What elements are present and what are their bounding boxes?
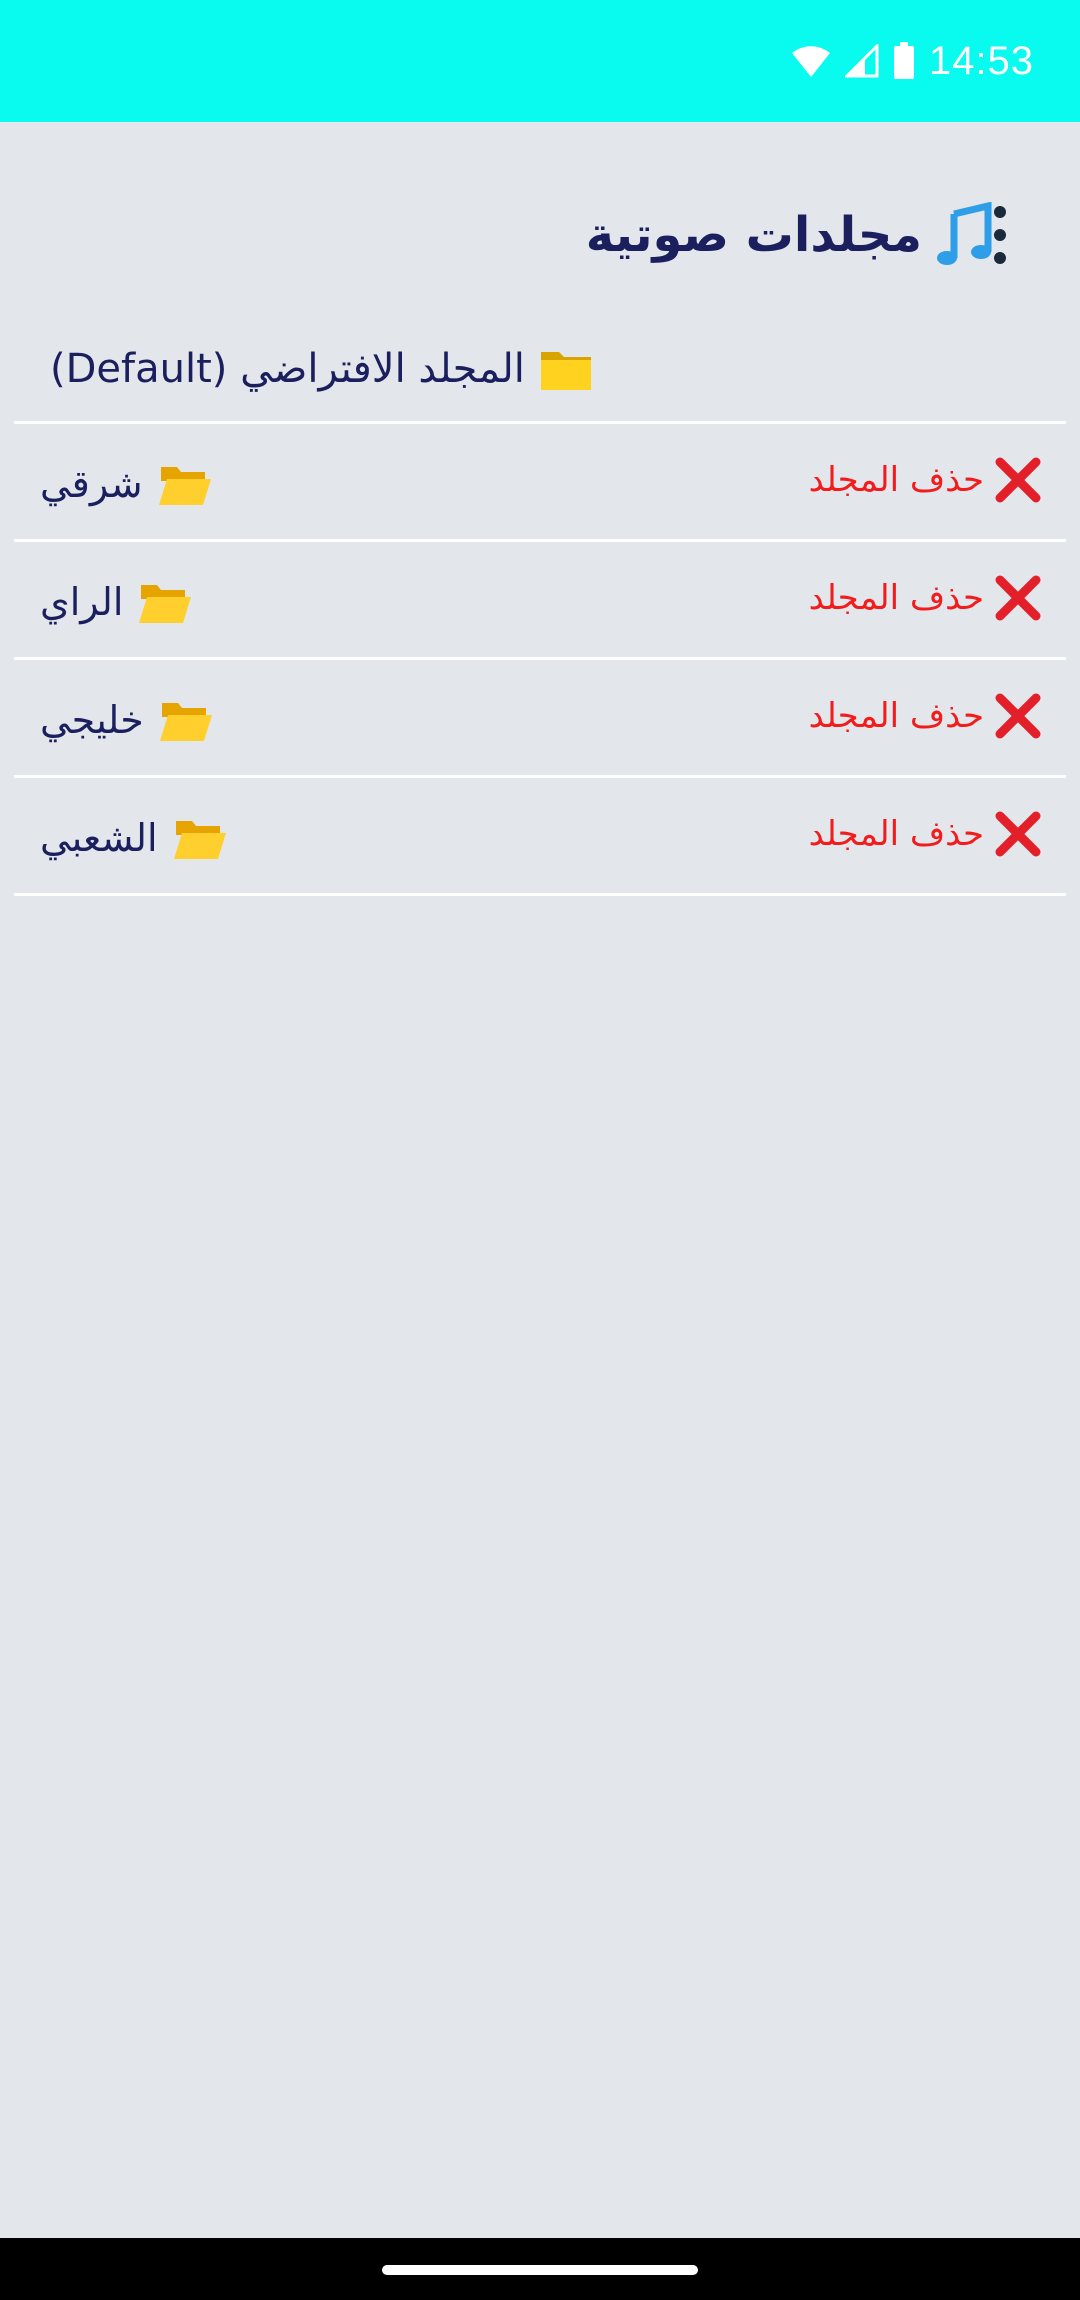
status-time: 14:53 <box>928 38 1034 83</box>
navigation-bar <box>0 2238 1080 2300</box>
delete-folder-button[interactable]: حذف المجلد <box>809 450 1042 510</box>
folder-row: خليجي حذف المجلد <box>14 660 1066 778</box>
default-folder-row[interactable]: المجلد الافتراضي (Default) <box>14 320 1066 424</box>
cross-mark-icon <box>995 693 1041 739</box>
open-folder-icon <box>173 821 226 859</box>
delete-folder-button[interactable]: حذف المجلد <box>809 568 1042 628</box>
folder-icon <box>540 352 591 390</box>
battery-icon <box>893 42 914 79</box>
folder-name-text: شرقي <box>40 462 143 506</box>
page-title: مجلدات صوتية <box>586 202 1012 268</box>
delete-folder-label: حذف المجلد <box>808 696 984 736</box>
cross-mark-icon <box>995 811 1041 857</box>
open-folder-icon <box>159 703 212 741</box>
delete-folder-button[interactable]: حذف المجلد <box>809 804 1042 864</box>
open-folder-icon <box>139 585 192 623</box>
folder-item[interactable]: خليجي <box>40 690 212 750</box>
folder-name-text: الشعبي <box>40 816 158 860</box>
folder-name-text: خليجي <box>40 698 144 742</box>
delete-folder-button[interactable]: حذف المجلد <box>809 686 1042 746</box>
folder-item[interactable]: الشعبي <box>40 808 226 868</box>
cross-mark-icon <box>995 457 1041 503</box>
status-bar: 14:53 <box>0 0 1080 122</box>
wifi-icon <box>791 46 830 77</box>
folder-row: الراي حذف المجلد <box>14 542 1066 660</box>
status-icons: 14:53 <box>791 36 1034 86</box>
default-folder-text: المجلد الافتراضي (Default) <box>50 346 525 392</box>
page-title-text: مجلدات صوتية <box>585 207 922 263</box>
folder-row: شرقي حذف المجلد <box>14 424 1066 542</box>
delete-folder-label: حذف المجلد <box>808 578 984 618</box>
delete-folder-label: حذف المجلد <box>808 814 984 854</box>
music-note-icon <box>937 202 1006 265</box>
cross-mark-icon <box>995 575 1041 621</box>
main-content: مجلدات صوتية المجلد الافتراضي (Default) … <box>0 122 1080 2238</box>
folder-name-text: الراي <box>40 580 124 624</box>
open-folder-icon <box>158 467 211 505</box>
signal-icon <box>844 44 879 78</box>
folder-item[interactable]: الراي <box>40 572 192 632</box>
default-folder-label[interactable]: المجلد الافتراضي (Default) <box>50 334 593 404</box>
home-gesture-handle[interactable] <box>382 2265 698 2275</box>
delete-folder-label: حذف المجلد <box>808 460 984 500</box>
folder-item[interactable]: شرقي <box>40 454 211 514</box>
folder-row: الشعبي حذف المجلد <box>14 778 1066 896</box>
